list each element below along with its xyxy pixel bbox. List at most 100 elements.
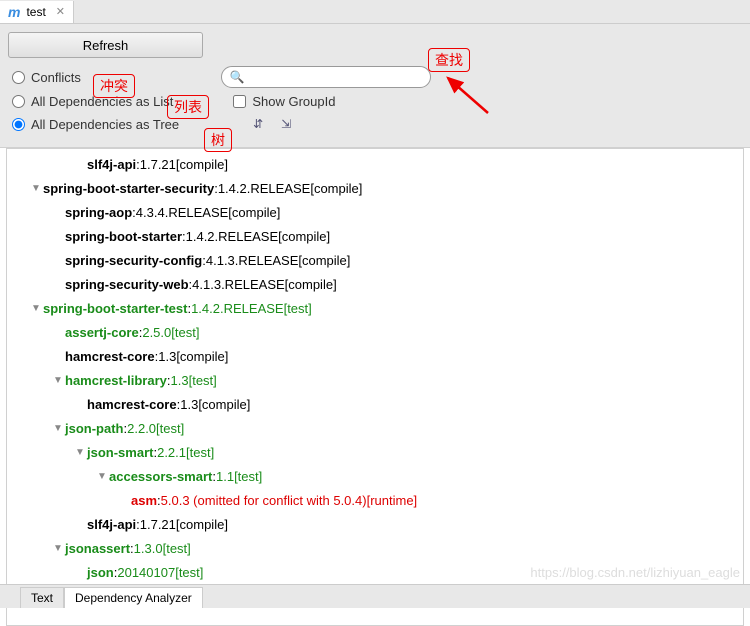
dep-version: 1.3 <box>180 395 198 415</box>
dep-version: 4.1.3.RELEASE <box>192 275 285 295</box>
maven-icon: m <box>8 4 20 20</box>
dep-version: 1.3 <box>158 347 176 367</box>
dep-version: 1.3 <box>171 371 189 391</box>
dep-scope: [test] <box>171 323 199 343</box>
watermark: https://blog.csdn.net/lizhiyuan_eagle <box>530 565 740 580</box>
search-icon: 🔍 <box>230 70 245 84</box>
dep-version: 4.1.3.RELEASE <box>206 251 299 271</box>
tab-dependency-analyzer[interactable]: Dependency Analyzer <box>64 587 203 608</box>
expand-arrow-icon[interactable]: ▼ <box>51 419 65 439</box>
tree-row[interactable]: ▼jsonassert : 1.3.0 [test] <box>7 537 743 561</box>
expand-arrow-icon[interactable]: ▼ <box>51 371 65 391</box>
dep-version: 1.1 <box>216 467 234 487</box>
tree-row[interactable]: ▼spring-boot-starter-test : 1.4.2.RELEAS… <box>7 297 743 321</box>
expand-arrow-icon[interactable]: ▼ <box>73 443 87 463</box>
tree-row[interactable]: hamcrest-core : 1.3 [compile] <box>7 393 743 417</box>
show-groupid-checkbox[interactable]: Show GroupId <box>233 94 335 109</box>
tree-row[interactable]: spring-security-web : 4.1.3.RELEASE [com… <box>7 273 743 297</box>
dependency-tree[interactable]: slf4j-api : 1.7.21 [compile]▼spring-boot… <box>6 148 744 626</box>
dep-version: 1.4.2.RELEASE <box>186 227 279 247</box>
toolbar: Refresh Conflicts 🔍 All Dependencies as … <box>0 24 750 148</box>
dep-name: json-smart <box>87 443 153 463</box>
tree-row[interactable]: slf4j-api : 1.7.21 [compile] <box>7 513 743 537</box>
dep-version: 20140107 <box>117 563 175 583</box>
as-list-radio[interactable]: All Dependencies as List <box>12 94 173 109</box>
dep-name: assertj-core <box>65 323 139 343</box>
dep-scope: [test] <box>156 419 184 439</box>
dep-version: 2.2.1 <box>157 443 186 463</box>
search-field[interactable]: 🔍 <box>221 66 431 88</box>
tab-bar: m test ✕ <box>0 0 750 24</box>
collapse-icon[interactable]: ⇲ <box>277 115 295 133</box>
dep-name: spring-boot-starter <box>65 227 182 247</box>
dep-name: accessors-smart <box>109 467 212 487</box>
dep-scope: [test] <box>234 467 262 487</box>
dep-scope: [compile] <box>198 395 250 415</box>
conflicts-radio-input[interactable] <box>12 71 25 84</box>
expand-arrow-icon[interactable]: ▼ <box>51 539 65 559</box>
dep-name: slf4j-api <box>87 515 136 535</box>
expand-arrow-icon[interactable]: ▼ <box>29 179 43 199</box>
dep-scope: [test] <box>284 299 312 319</box>
tree-row[interactable]: spring-security-config : 4.1.3.RELEASE [… <box>7 249 743 273</box>
dep-name: spring-aop <box>65 203 132 223</box>
dep-name: hamcrest-library <box>65 371 167 391</box>
dep-version: 1.7.21 <box>140 515 176 535</box>
dep-name: slf4j-api <box>87 155 136 175</box>
tree-row[interactable]: ▼spring-boot-starter-security : 1.4.2.RE… <box>7 177 743 201</box>
as-tree-radio-input[interactable] <box>12 118 25 131</box>
dep-version: 4.3.4.RELEASE <box>136 203 229 223</box>
dep-name: spring-security-web <box>65 275 189 295</box>
dep-scope: [compile] <box>228 203 280 223</box>
show-groupid-input[interactable] <box>233 95 246 108</box>
dep-name: spring-boot-starter-security <box>43 179 214 199</box>
refresh-button[interactable]: Refresh <box>8 32 203 58</box>
tab-text[interactable]: Text <box>20 587 64 608</box>
dep-scope: [compile] <box>285 275 337 295</box>
search-input[interactable] <box>245 70 422 84</box>
dep-version: 1.3.0 <box>134 539 163 559</box>
dep-scope: [compile] <box>278 227 330 247</box>
dep-version: 5.0.3 (omitted for conflict with 5.0.4) <box>161 491 367 511</box>
dep-name: spring-boot-starter-test <box>43 299 187 319</box>
dep-name: json <box>87 563 114 583</box>
tree-row[interactable]: ▼json-smart : 2.2.1 [test] <box>7 441 743 465</box>
dep-name: asm <box>131 491 157 511</box>
dep-scope: [test] <box>163 539 191 559</box>
tree-row[interactable]: spring-boot-starter : 1.4.2.RELEASE [com… <box>7 225 743 249</box>
tree-row[interactable]: ▼hamcrest-library : 1.3 [test] <box>7 369 743 393</box>
dep-version: 1.4.2.RELEASE <box>191 299 284 319</box>
dep-scope: [compile] <box>298 251 350 271</box>
as-tree-radio[interactable]: All Dependencies as Tree <box>12 117 179 132</box>
dep-scope: [test] <box>189 371 217 391</box>
dep-scope: [compile] <box>176 515 228 535</box>
dep-version: 1.7.21 <box>140 155 176 175</box>
conflicts-radio[interactable]: Conflicts <box>12 70 81 85</box>
dep-scope: [test] <box>186 443 214 463</box>
dep-scope: [compile] <box>310 179 362 199</box>
dep-scope: [test] <box>175 563 203 583</box>
tree-row[interactable]: slf4j-api : 1.7.21 [compile] <box>7 153 743 177</box>
dep-scope: [compile] <box>176 347 228 367</box>
tree-row[interactable]: spring-aop : 4.3.4.RELEASE [compile] <box>7 201 743 225</box>
dep-version: 2.5.0 <box>142 323 171 343</box>
tree-row[interactable]: asm : 5.0.3 (omitted for conflict with 5… <box>7 489 743 513</box>
expand-arrow-icon[interactable]: ▼ <box>95 467 109 487</box>
as-list-radio-input[interactable] <box>12 95 25 108</box>
tree-row[interactable]: ▼json-path : 2.2.0 [test] <box>7 417 743 441</box>
expand-icon[interactable]: ⇵ <box>249 115 267 133</box>
tree-row[interactable]: ▼accessors-smart : 1.1 [test] <box>7 465 743 489</box>
dep-name: spring-security-config <box>65 251 202 271</box>
dep-name: hamcrest-core <box>65 347 155 367</box>
expand-arrow-icon[interactable]: ▼ <box>29 299 43 319</box>
bottom-tabs: Text Dependency Analyzer <box>0 584 750 608</box>
editor-tab[interactable]: m test ✕ <box>0 1 74 23</box>
dep-scope: [runtime] <box>367 491 418 511</box>
dep-version: 2.2.0 <box>127 419 156 439</box>
dep-version: 1.4.2.RELEASE <box>218 179 311 199</box>
tree-row[interactable]: hamcrest-core : 1.3 [compile] <box>7 345 743 369</box>
dep-name: jsonassert <box>65 539 130 559</box>
dep-scope: [compile] <box>176 155 228 175</box>
close-icon[interactable]: ✕ <box>56 5 65 18</box>
tree-row[interactable]: assertj-core : 2.5.0 [test] <box>7 321 743 345</box>
